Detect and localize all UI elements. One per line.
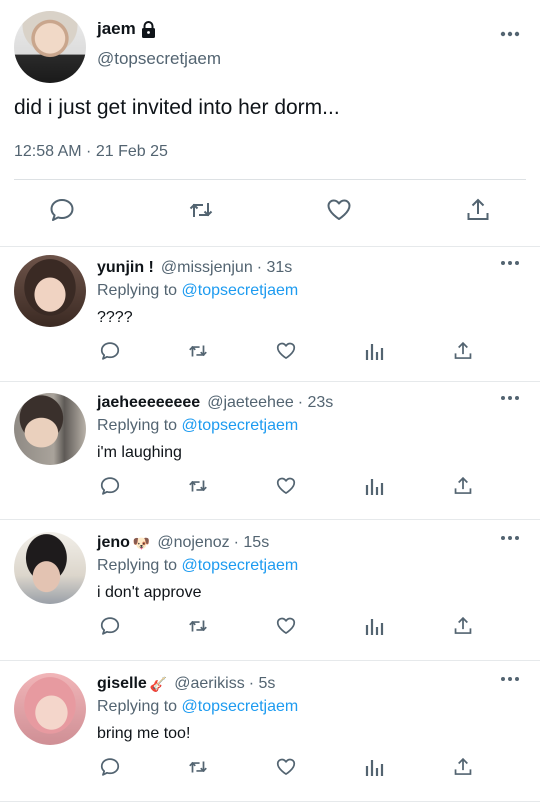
- reply-header: jaeheeeeeeee @jaeteehee · 23s: [97, 394, 333, 412]
- reply-bubble-icon[interactable]: [99, 475, 121, 497]
- divider: [0, 801, 540, 802]
- guitar-emoji-icon: 🎸: [149, 675, 168, 692]
- reply-tweet[interactable]: jeno 🐶 @nojenoz · 15s Replying to @topse…: [0, 522, 540, 662]
- replying-to: Replying to @topsecretjaem: [97, 282, 298, 300]
- avatar[interactable]: [14, 393, 86, 465]
- reply-author-handle[interactable]: @aerikiss: [174, 675, 244, 693]
- divider: [0, 519, 540, 520]
- heart-icon[interactable]: [325, 196, 353, 224]
- heart-icon[interactable]: [275, 615, 297, 637]
- views-bar-icon[interactable]: [364, 475, 386, 497]
- more-horizontal-icon[interactable]: [500, 395, 520, 401]
- reply-author-name[interactable]: jaeheeeeeeee: [97, 394, 200, 412]
- reply-actions: [0, 756, 540, 780]
- share-upload-icon[interactable]: [452, 340, 474, 362]
- reply-tweet[interactable]: giselle 🎸 @aerikiss · 5s Replying to @to…: [0, 663, 540, 803]
- reply-bubble-icon[interactable]: [99, 615, 121, 637]
- heart-icon[interactable]: [275, 475, 297, 497]
- heart-icon[interactable]: [275, 340, 297, 362]
- divider: [14, 179, 526, 180]
- share-upload-icon[interactable]: [452, 615, 474, 637]
- more-horizontal-icon[interactable]: [500, 31, 520, 37]
- reply-actions: [0, 615, 540, 639]
- more-horizontal-icon[interactable]: [500, 535, 520, 541]
- tweet-text: did i just get invited into her dorm...: [14, 96, 340, 119]
- reply-author-name[interactable]: giselle: [97, 675, 147, 693]
- retweet-icon[interactable]: [187, 340, 209, 362]
- share-upload-icon[interactable]: [452, 756, 474, 778]
- reply-author-handle[interactable]: @jaeteehee: [207, 394, 294, 412]
- replying-to: Replying to @topsecretjaem: [97, 417, 298, 435]
- replying-label: Replying to: [97, 417, 178, 434]
- replying-label: Replying to: [97, 698, 178, 715]
- replying-to: Replying to @topsecretjaem: [97, 557, 298, 575]
- reply-author-name[interactable]: yunjin !: [97, 259, 154, 277]
- dog-emoji-icon: 🐶: [132, 534, 151, 551]
- avatar[interactable]: [14, 532, 86, 604]
- reply-time[interactable]: · 15s: [234, 534, 270, 552]
- reply-author-handle[interactable]: @nojenoz: [157, 534, 229, 552]
- heart-icon[interactable]: [275, 756, 297, 778]
- more-horizontal-icon[interactable]: [500, 676, 520, 682]
- replying-label: Replying to: [97, 282, 178, 299]
- reply-bubble-icon[interactable]: [99, 340, 121, 362]
- avatar[interactable]: [14, 255, 86, 327]
- author-name[interactable]: jaem: [97, 19, 136, 39]
- mention-link[interactable]: @topsecretjaem: [182, 557, 299, 574]
- avatar[interactable]: [14, 11, 86, 83]
- author-row: jaem: [97, 19, 156, 39]
- mention-link[interactable]: @topsecretjaem: [182, 417, 299, 434]
- retweet-icon[interactable]: [187, 475, 209, 497]
- reply-text: i'm laughing: [97, 444, 182, 461]
- views-bar-icon[interactable]: [364, 340, 386, 362]
- reply-header: jeno 🐶 @nojenoz · 15s: [97, 534, 269, 552]
- replying-label: Replying to: [97, 557, 178, 574]
- reply-time[interactable]: · 31s: [257, 259, 293, 277]
- reply-text: i don't approve: [97, 584, 202, 601]
- reply-text: ????: [97, 309, 133, 326]
- divider: [0, 660, 540, 661]
- reply-author-handle[interactable]: @missjenjun: [161, 259, 253, 277]
- mention-link[interactable]: @topsecretjaem: [182, 698, 299, 715]
- replying-to: Replying to @topsecretjaem: [97, 698, 298, 716]
- retweet-icon[interactable]: [187, 196, 215, 224]
- reply-header: yunjin ! @missjenjun · 31s: [97, 259, 292, 277]
- avatar[interactable]: [14, 673, 86, 745]
- reply-text: bring me too!: [97, 725, 191, 742]
- reply-bubble-icon[interactable]: [48, 196, 76, 224]
- reply-tweet[interactable]: jaeheeeeeeee @jaeteehee · 23s Replying t…: [0, 382, 540, 522]
- share-upload-icon[interactable]: [464, 196, 492, 224]
- reply-bubble-icon[interactable]: [99, 756, 121, 778]
- reply-header: giselle 🎸 @aerikiss · 5s: [97, 675, 275, 693]
- tweet-actions: [0, 196, 540, 228]
- reply-time[interactable]: · 5s: [249, 675, 276, 693]
- more-horizontal-icon[interactable]: [500, 260, 520, 266]
- mention-link[interactable]: @topsecretjaem: [182, 282, 299, 299]
- retweet-icon[interactable]: [187, 615, 209, 637]
- reply-actions: [0, 475, 540, 499]
- reply-tweet[interactable]: yunjin ! @missjenjun · 31s Replying to @…: [0, 247, 540, 387]
- reply-author-name[interactable]: jeno: [97, 534, 130, 552]
- lock-icon: [141, 20, 156, 38]
- main-tweet: jaem @topsecretjaem did i just get invit…: [0, 0, 540, 247]
- reply-actions: [0, 340, 540, 364]
- tweet-timestamp[interactable]: 12:58 AM · 21 Feb 25: [14, 143, 168, 161]
- views-bar-icon[interactable]: [364, 615, 386, 637]
- author-handle[interactable]: @topsecretjaem: [97, 49, 221, 69]
- views-bar-icon[interactable]: [364, 756, 386, 778]
- reply-time[interactable]: · 23s: [298, 394, 334, 412]
- share-upload-icon[interactable]: [452, 475, 474, 497]
- retweet-icon[interactable]: [187, 756, 209, 778]
